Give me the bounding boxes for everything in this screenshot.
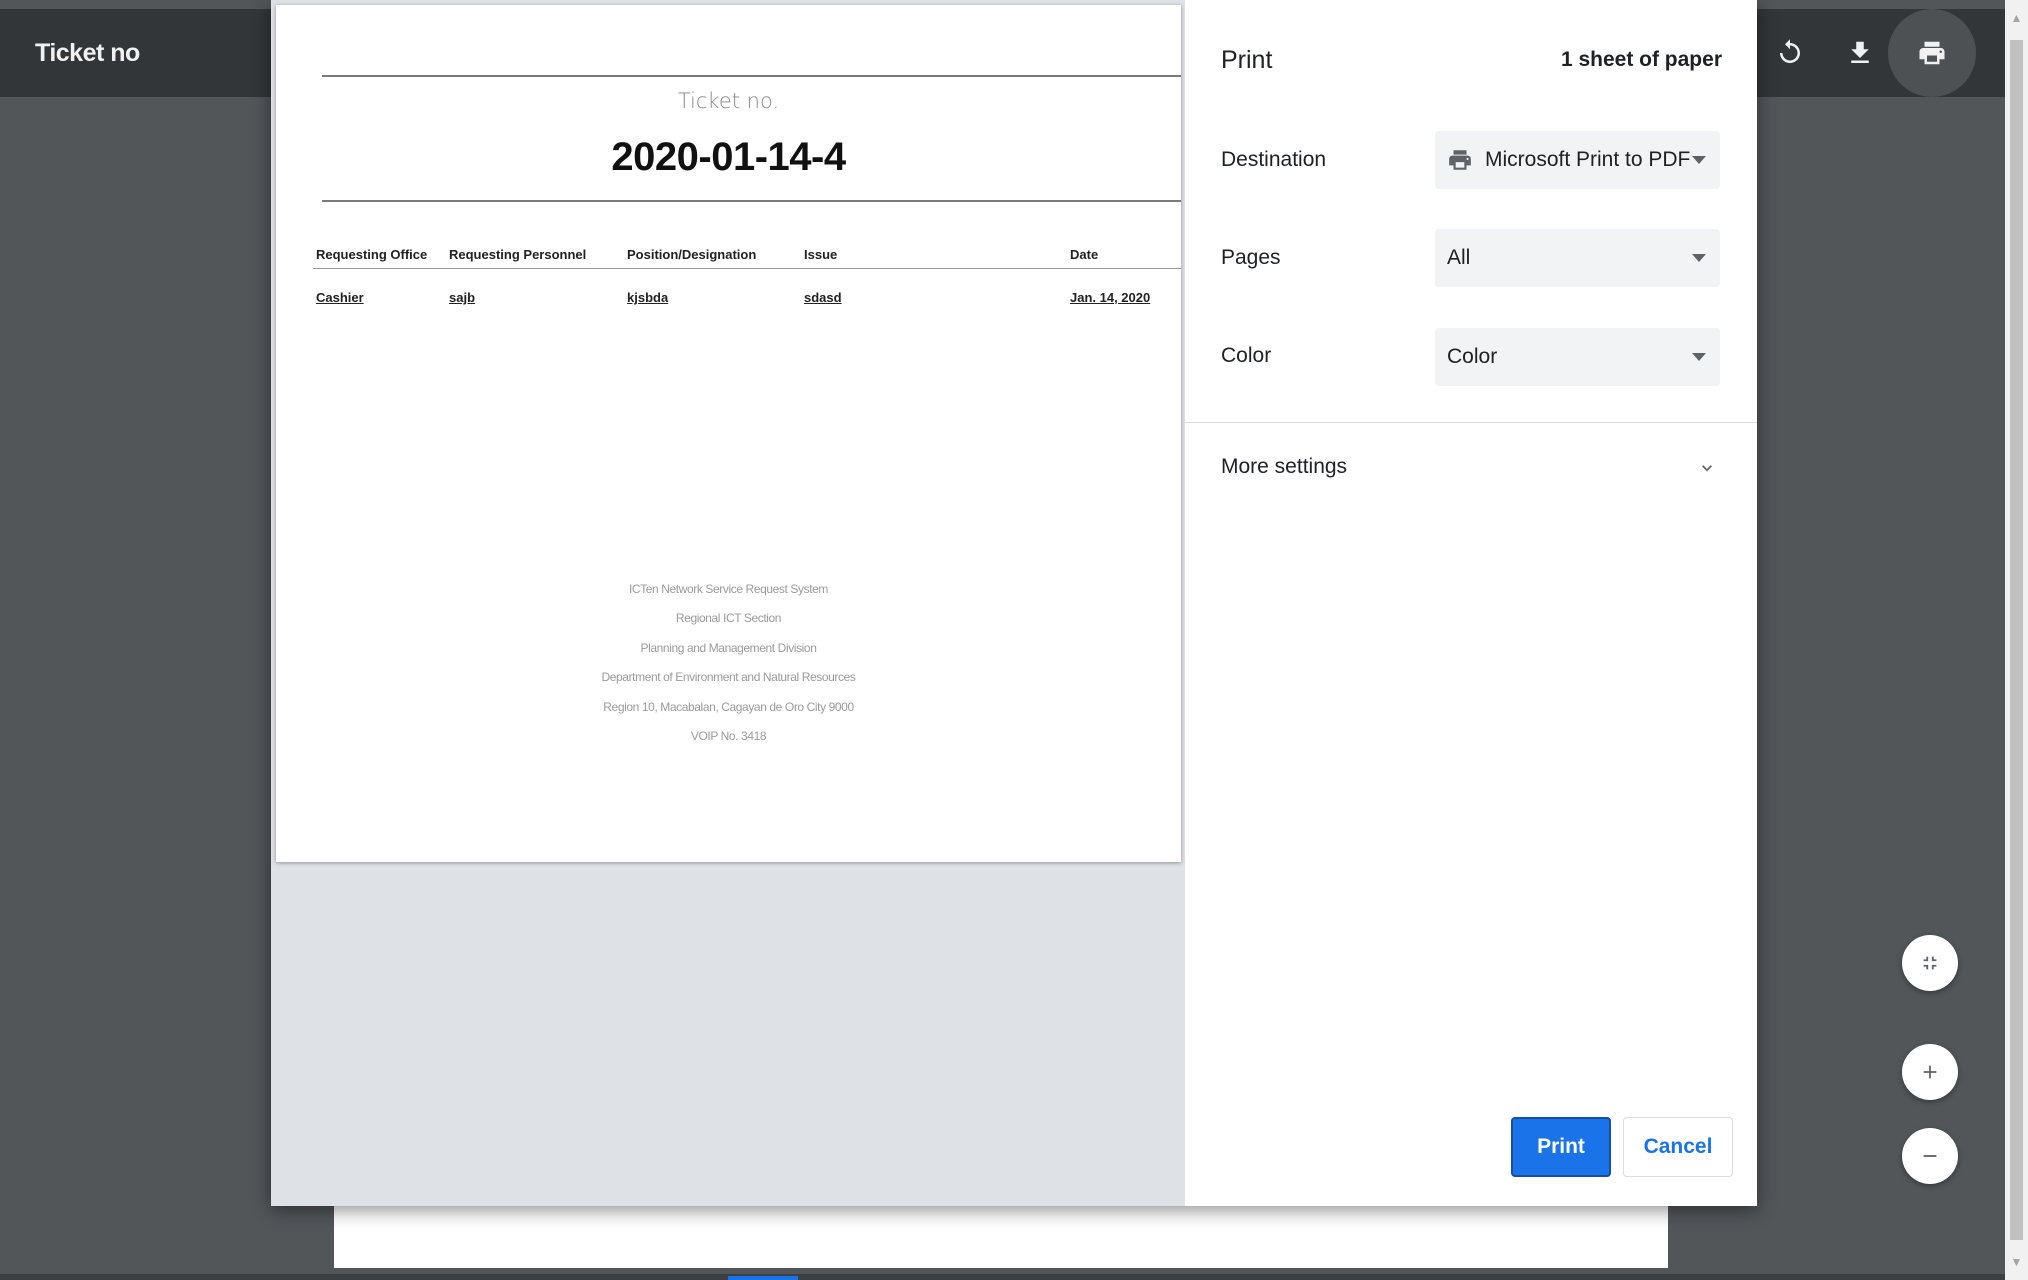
destination-select[interactable]: Microsoft Print to PDF <box>1435 131 1720 189</box>
color-label: Color <box>1221 344 1272 367</box>
taskbar-strip <box>0 1274 2005 1280</box>
header-position: Position/Designation <box>627 247 757 262</box>
cell-office: Cashier <box>316 290 364 305</box>
sheet-count: 1 sheet of paper <box>1560 48 1722 71</box>
footer-line: VOIP No. 3418 <box>690 729 767 743</box>
print-button[interactable]: Print <box>1511 1117 1611 1177</box>
settings-divider <box>1185 422 1757 423</box>
document-title: Ticket no <box>35 39 140 67</box>
footer-line: Department of Environment and Natural Re… <box>601 670 856 684</box>
dropdown-arrow-icon <box>1692 353 1706 361</box>
taskbar-indicator <box>728 1276 798 1280</box>
more-settings-toggle[interactable]: More settings <box>1221 455 1347 479</box>
zoom-in-button[interactable] <box>1902 1044 1958 1100</box>
pages-select[interactable]: All <box>1435 229 1720 287</box>
cancel-button[interactable]: Cancel <box>1623 1117 1733 1177</box>
printer-icon <box>1449 150 1471 170</box>
dropdown-arrow-icon <box>1692 156 1706 164</box>
color-value: Color <box>1447 345 1498 368</box>
header-issue: Issue <box>804 247 838 262</box>
footer-line: ICTen Network Service Request System <box>628 582 828 596</box>
print-settings-panel: Print 1 sheet of paper Destination Micro… <box>1185 0 1757 1206</box>
header-requesting-office: Requesting Office <box>316 247 428 262</box>
ticket-number: 2020-01-14-4 <box>611 135 846 179</box>
vertical-scrollbar[interactable]: ▲ ▼ <box>2005 0 2028 1280</box>
header-date: Date <box>1070 247 1099 262</box>
pages-label: Pages <box>1221 246 1281 269</box>
header-requesting-personnel: Requesting Personnel <box>449 247 587 262</box>
preview-page: Ticket no. 2020-01-14-4 Requesting Offic… <box>276 5 1181 862</box>
cell-position: kjsbda <box>627 290 669 305</box>
ticket-label: Ticket no. <box>677 89 780 113</box>
footer-line: Planning and Management Division <box>640 641 817 655</box>
scroll-down-arrow-icon[interactable]: ▼ <box>2005 1252 2028 1272</box>
destination-value: Microsoft Print to PDF <box>1485 148 1691 171</box>
cell-personnel: sajb <box>449 290 476 305</box>
print-preview-area: Ticket no. 2020-01-14-4 Requesting Offic… <box>271 0 1185 1206</box>
footer-line: Region 10, Macabalan, Cagayan de Oro Cit… <box>603 700 854 714</box>
pages-value: All <box>1447 246 1471 269</box>
minus-icon <box>1923 1155 1937 1157</box>
color-select[interactable]: Color <box>1435 328 1720 386</box>
dropdown-arrow-icon <box>1692 254 1706 262</box>
fit-page-icon <box>1923 956 1937 970</box>
rotate-icon[interactable] <box>1768 31 1812 75</box>
fit-to-page-button[interactable] <box>1902 935 1958 991</box>
print-icon[interactable] <box>1888 9 1976 97</box>
table-header-line <box>313 268 1181 269</box>
destination-label: Destination <box>1221 148 1327 171</box>
top-rule <box>322 75 1181 77</box>
scroll-thumb[interactable] <box>2010 40 2023 1240</box>
cell-date: Jan. 14, 2020 <box>1070 290 1151 305</box>
scroll-up-arrow-icon[interactable]: ▲ <box>2005 8 2028 28</box>
footer-line: Regional ICT Section <box>675 611 782 625</box>
chevron-down-icon[interactable] <box>1697 458 1717 478</box>
zoom-out-button[interactable] <box>1902 1128 1958 1184</box>
print-dialog: Ticket no. 2020-01-14-4 Requesting Offic… <box>271 0 1757 1206</box>
cell-issue: sdasd <box>804 290 842 305</box>
download-icon[interactable] <box>1838 31 1882 75</box>
plus-icon <box>1923 1065 1937 1079</box>
bottom-rule <box>322 200 1181 202</box>
print-title: Print <box>1221 46 1273 74</box>
